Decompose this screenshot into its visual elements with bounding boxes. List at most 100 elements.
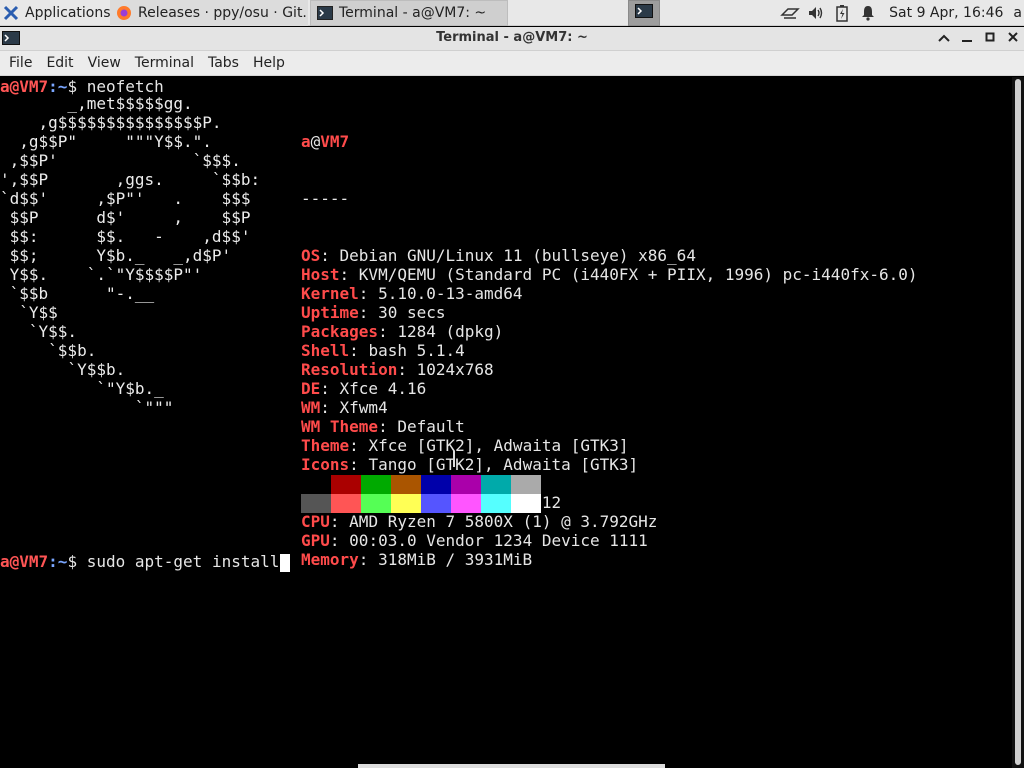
volume-icon[interactable] — [805, 2, 827, 24]
window-maximize-button[interactable] — [981, 30, 999, 48]
panel-clock[interactable]: Sat 9 Apr, 16:46 — [889, 5, 1003, 21]
info-header-user: a — [301, 132, 311, 151]
info-key: CPU — [301, 512, 330, 531]
info-row: CPU: AMD Ryzen 7 5800X (1) @ 3.792GHz — [301, 512, 918, 531]
info-value: 318MiB / 3931MiB — [378, 550, 533, 569]
info-key: WM Theme — [301, 417, 379, 436]
color-swatch — [421, 475, 451, 494]
close-icon — [1007, 31, 1019, 47]
info-key: Theme — [301, 436, 350, 455]
window-title: Terminal - a@VM7: ~ — [436, 30, 588, 45]
info-colon: : — [358, 550, 379, 569]
applications-menu-button[interactable]: Applications — [0, 0, 110, 26]
window-shade-button[interactable] — [935, 30, 953, 48]
info-key: DE — [301, 379, 321, 398]
info-key: Icons — [301, 455, 350, 474]
menu-terminal[interactable]: Terminal — [128, 55, 201, 71]
color-swatch — [361, 475, 391, 494]
info-header-host: VM7 — [320, 132, 350, 151]
color-swatch — [331, 475, 361, 494]
menu-edit[interactable]: Edit — [39, 55, 80, 71]
info-row: Resolution: 1024x768 — [301, 360, 918, 379]
logo-line: Y$$. `.`"Y$$$$P"' — [0, 265, 203, 284]
scrollbar-thumb[interactable] — [1015, 79, 1021, 765]
applications-label: Applications — [25, 5, 110, 21]
color-swatch — [301, 494, 331, 513]
taskbar-item-browser[interactable]: Releases · ppy/osu · Git... — [110, 0, 308, 26]
info-colon: : — [349, 436, 369, 455]
info-colon: : — [339, 265, 359, 284]
menu-help[interactable]: Help — [246, 55, 292, 71]
info-row: Packages: 1284 (dpkg) — [301, 322, 918, 341]
terminal-output[interactable]: a@VM7:~$ neofetch _,met$$$$$gg. ,g$$$$$$… — [0, 77, 1012, 768]
menubar: File Edit View Terminal Tabs Help — [0, 51, 1024, 76]
info-row: Icons: Tango [GTK2], Adwaita [GTK3] — [301, 455, 918, 474]
color-swatch — [511, 475, 541, 494]
system-tray: Sat 9 Apr, 16:46 a — [768, 0, 1024, 26]
info-value: Xfwm4 — [339, 398, 388, 417]
logo-line: `Y$$ — [0, 303, 58, 322]
info-colon: : — [358, 303, 379, 322]
info-colon: : — [349, 341, 369, 360]
logo-line: `$$b. — [0, 341, 97, 360]
logo-line: ,g$$P" """Y$$.". — [0, 132, 212, 151]
info-value: 1284 (dpkg) — [397, 322, 504, 341]
logo-line: `d$$' ,$P"' . $$$ — [0, 189, 251, 208]
logo-line: ,g$$$$$$$$$$$$$$$P. — [0, 113, 222, 132]
hidden-panel-strip[interactable] — [358, 764, 665, 768]
logo-line: ,$$P' `$$$. — [0, 151, 241, 170]
info-key: Host — [301, 265, 340, 284]
color-swatch — [391, 494, 421, 513]
minimize-icon — [961, 32, 973, 47]
chevron-up-icon — [938, 32, 950, 47]
color-row-bright — [301, 494, 541, 513]
prompt-path: :~ — [48, 552, 68, 571]
info-key: Packages — [301, 322, 379, 341]
window-titlebar[interactable]: Terminal - a@VM7: ~ — [0, 27, 1024, 51]
maximize-icon — [984, 31, 996, 47]
logo-line: `"Y$b._ — [0, 379, 164, 398]
notification-bell-icon[interactable] — [857, 2, 879, 24]
color-swatch — [511, 494, 541, 513]
info-row: GPU: 00:03.0 Vendor 1234 Device 1111 — [301, 531, 918, 550]
battery-icon[interactable] — [831, 2, 853, 24]
info-value: 00:03.0 Vendor 1234 Device 1111 — [349, 531, 648, 550]
system-info: a@VM7 ----- OS: Debian GNU/Linux 11 (bul… — [301, 94, 918, 607]
info-value: Default — [397, 417, 465, 436]
terminal-scrollbar[interactable] — [1012, 77, 1024, 768]
menu-file[interactable]: File — [2, 55, 39, 71]
color-swatch — [331, 494, 361, 513]
info-colon: : — [329, 531, 350, 550]
logo-line: `$$b "-.__ — [0, 284, 155, 303]
logo-line: ',$$P ,ggs. `$$b: — [0, 170, 261, 189]
logo-line: `Y$$. — [0, 322, 78, 341]
info-row: WM: Xfwm4 — [301, 398, 918, 417]
color-swatch — [481, 494, 511, 513]
info-value: Debian GNU/Linux 11 (bullseye) x86_64 — [339, 246, 696, 265]
info-value: 30 secs — [378, 303, 446, 322]
terminal-icon — [317, 5, 333, 21]
color-swatch — [361, 494, 391, 513]
launcher-terminal-button[interactable] — [628, 0, 660, 26]
info-value: 1024x768 — [416, 360, 494, 379]
color-swatch — [391, 475, 421, 494]
info-row: DE: Xfce 4.16 — [301, 379, 918, 398]
info-key: Shell — [301, 341, 350, 360]
logo-line: $$: $$. - ,d$$' — [0, 227, 251, 246]
terminal-icon — [635, 3, 653, 23]
menu-view[interactable]: View — [81, 55, 128, 71]
network-icon[interactable] — [779, 2, 801, 24]
window-minimize-button[interactable] — [958, 30, 976, 48]
user-menu[interactable]: a — [1013, 5, 1022, 21]
info-value: Xfce [GTK2], Adwaita [GTK3] — [368, 436, 629, 455]
menu-tabs[interactable]: Tabs — [201, 55, 246, 71]
taskbar-browser-label: Releases · ppy/osu · Git... — [138, 5, 308, 21]
info-row: Theme: Xfce [GTK2], Adwaita [GTK3] — [301, 436, 918, 455]
taskbar-item-terminal[interactable]: Terminal - a@VM7: ~ — [310, 0, 508, 26]
firefox-icon — [116, 5, 132, 21]
taskbar-terminal-label: Terminal - a@VM7: ~ — [339, 5, 487, 21]
window-close-button[interactable] — [1004, 30, 1022, 48]
info-value: Xfce 4.16 — [339, 379, 427, 398]
info-key: Kernel — [301, 284, 359, 303]
info-row: Host: KVM/QEMU (Standard PC (i440FX + PI… — [301, 265, 918, 284]
